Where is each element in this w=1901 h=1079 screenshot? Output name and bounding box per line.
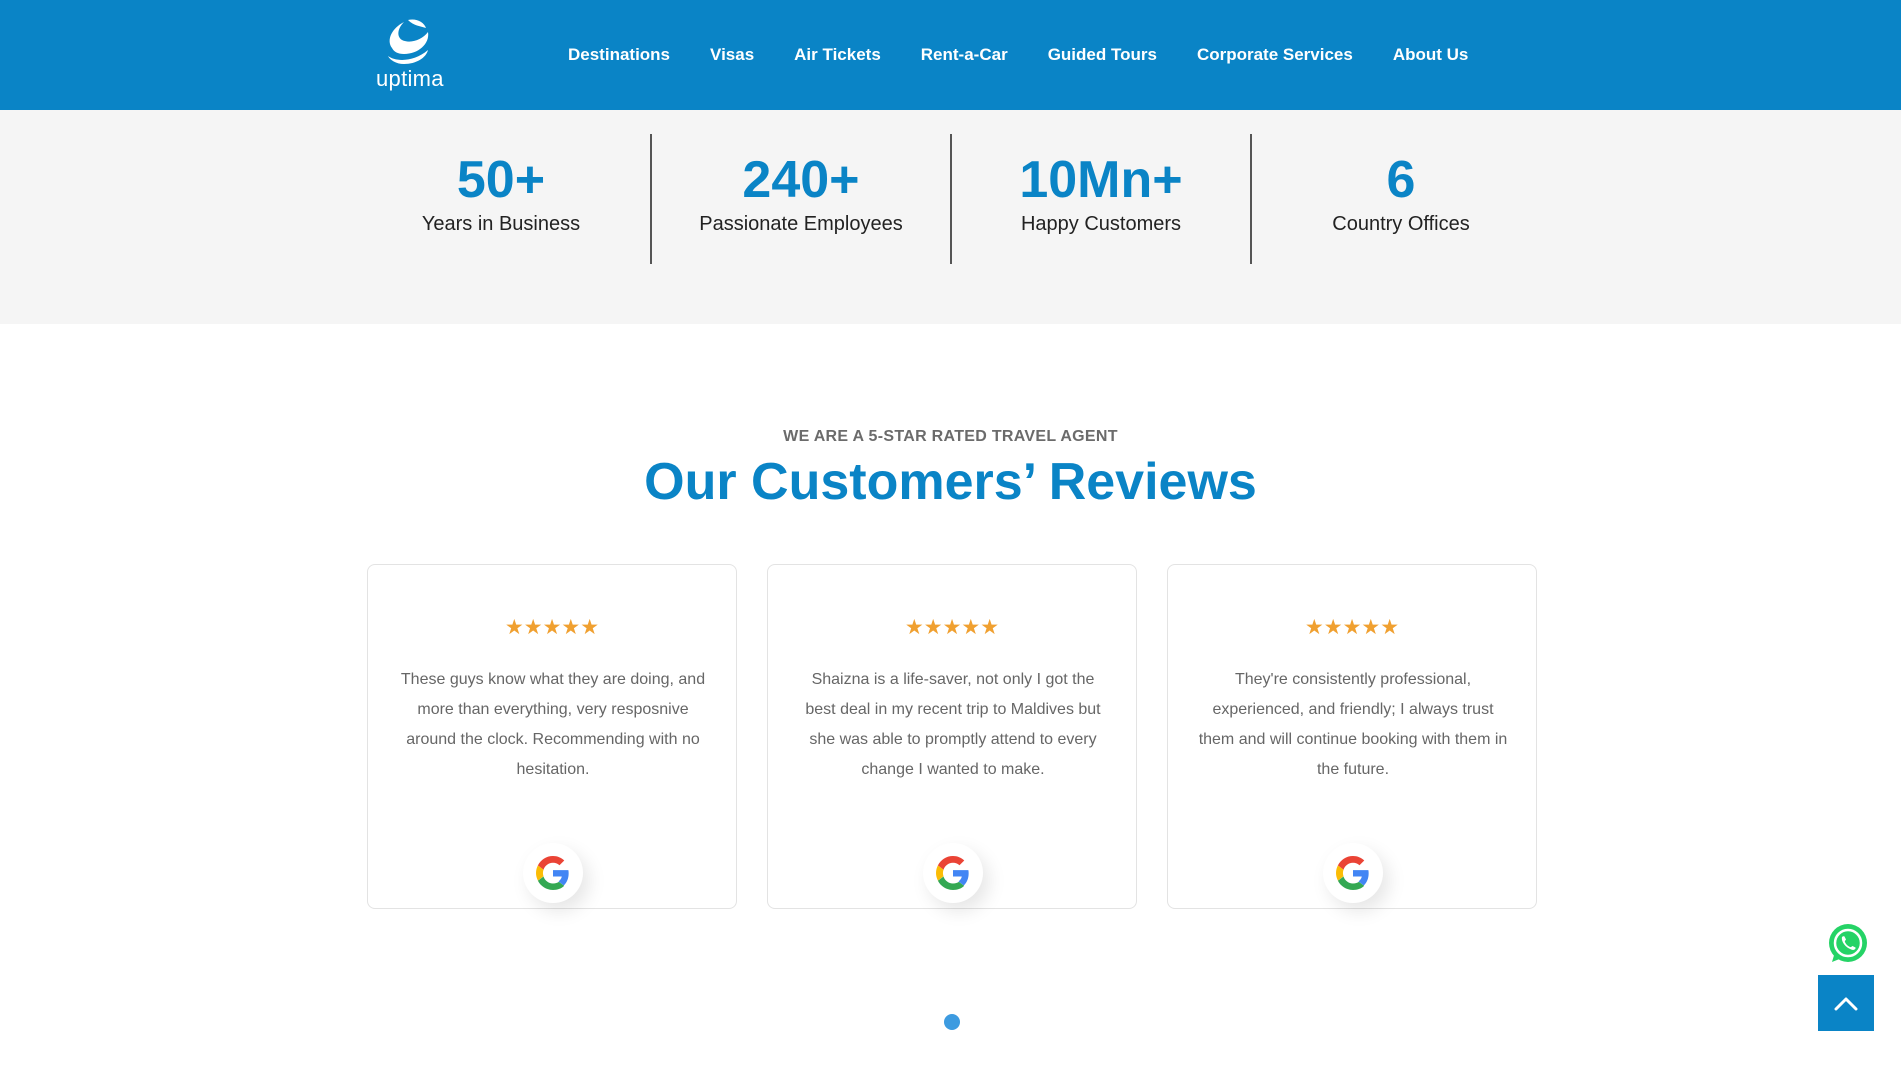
reviews-title: Our Customers’ Reviews (644, 453, 1257, 511)
stat-employees: 240+ Passionate Employees (651, 134, 951, 264)
carousel-dot-active[interactable] (944, 1014, 960, 1030)
nav-air-tickets[interactable]: Air Tickets (794, 45, 881, 65)
nav-about-us[interactable]: About Us (1393, 45, 1469, 65)
whatsapp-icon (1829, 924, 1867, 962)
whatsapp-button[interactable] (1826, 922, 1870, 966)
stat-offices: 6 Country Offices (1251, 134, 1551, 264)
review-text: They're consistently professional, exper… (1198, 671, 1508, 778)
stat-customers: 10Mn+ Happy Customers (951, 134, 1251, 264)
stats-band: 50+ Years in Business 240+ Passionate Em… (0, 110, 1901, 324)
stat-label: Country Offices (1332, 213, 1470, 235)
review-card: ★★★★★ Shaizna is a life-saver, not only … (767, 564, 1137, 909)
review-card: ★★★★★ These guys know what they are doin… (367, 564, 737, 909)
review-text: Shaizna is a life-saver, not only I got … (805, 671, 1101, 778)
google-badge[interactable] (923, 843, 983, 903)
google-badge[interactable] (1323, 843, 1383, 903)
google-icon (536, 856, 569, 890)
nav-corporate-services[interactable]: Corporate Services (1197, 45, 1353, 65)
reviews-eyebrow: WE ARE A 5-STAR RATED TRAVEL AGENT (783, 428, 1118, 445)
review-text: These guys know what they are doing, and… (400, 671, 706, 778)
stat-label: Passionate Employees (699, 213, 903, 235)
nav-guided-tours[interactable]: Guided Tours (1048, 45, 1157, 65)
chevron-up-icon (1834, 997, 1858, 1011)
nav-rent-a-car[interactable]: Rent-a-Car (921, 45, 1008, 65)
logo-text: uptima (376, 66, 444, 91)
stat-years: 50+ Years in Business (351, 134, 651, 264)
star-rating: ★★★★★ (504, 616, 600, 639)
site-header: uptima Destinations Visas Air Tickets Re… (0, 0, 1901, 110)
stat-value: 240+ (742, 151, 860, 209)
stat-label: Years in Business (421, 213, 581, 235)
star-rating: ★★★★★ (904, 616, 1000, 639)
stat-label: Happy Customers (1020, 213, 1182, 235)
google-icon (1336, 856, 1369, 890)
scroll-to-top-button[interactable] (1818, 975, 1874, 1031)
main-nav: Destinations Visas Air Tickets Rent-a-Ca… (568, 0, 1508, 110)
logo[interactable]: uptima (372, 18, 444, 91)
star-rating: ★★★★★ (1304, 616, 1400, 639)
nav-destinations[interactable]: Destinations (568, 45, 670, 65)
uptima-globe-icon (388, 19, 429, 64)
stat-value: 50+ (456, 151, 546, 209)
google-badge[interactable] (523, 843, 583, 903)
nav-visas[interactable]: Visas (710, 45, 754, 65)
stat-value: 6 (1386, 151, 1416, 209)
google-icon (936, 856, 969, 890)
review-card: ★★★★★ They're consistently professional,… (1167, 564, 1537, 909)
stat-value: 10Mn+ (1019, 151, 1183, 209)
